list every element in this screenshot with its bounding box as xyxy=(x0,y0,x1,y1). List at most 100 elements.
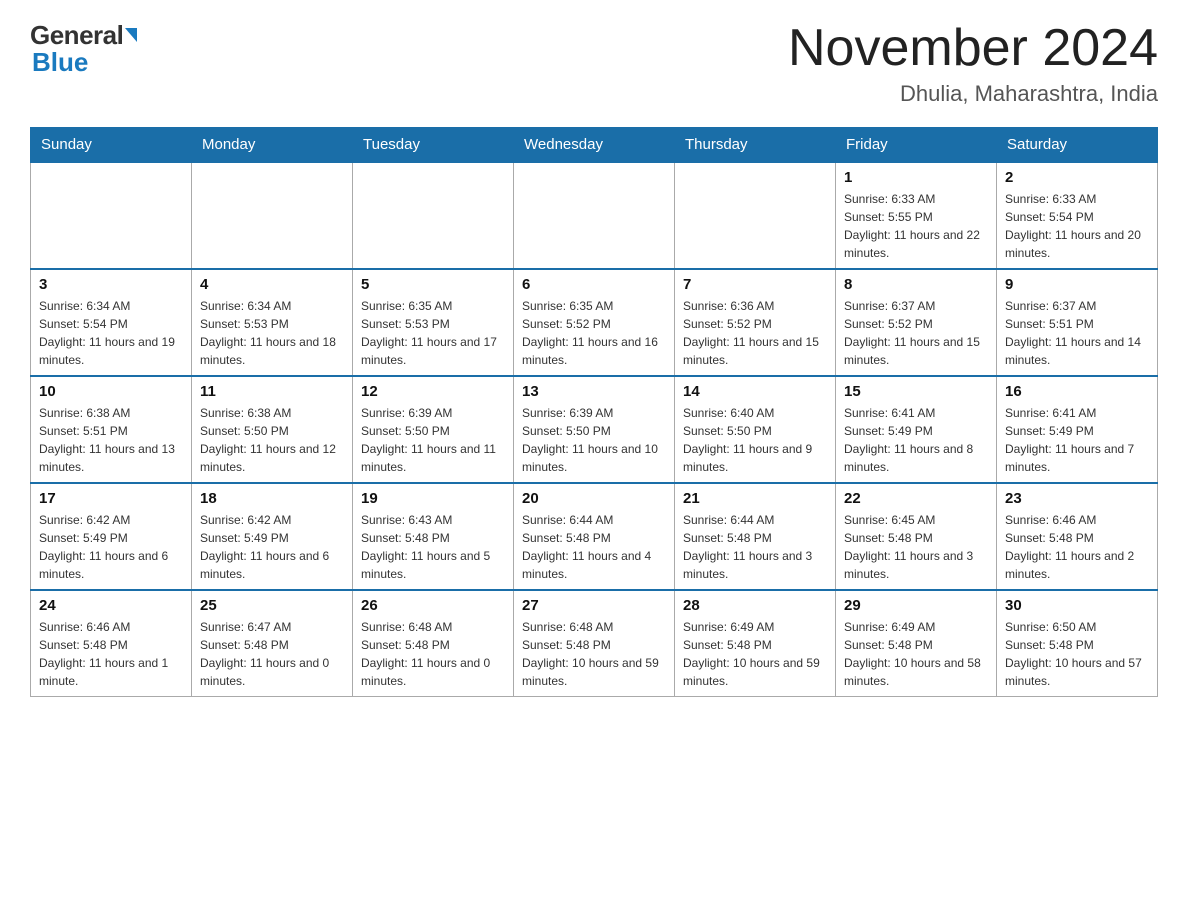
day-number: 3 xyxy=(39,276,183,293)
day-number: 12 xyxy=(361,383,505,400)
day-info: Sunrise: 6:44 AMSunset: 5:48 PMDaylight:… xyxy=(683,511,827,583)
day-number: 23 xyxy=(1005,490,1149,507)
day-info: Sunrise: 6:48 AMSunset: 5:48 PMDaylight:… xyxy=(522,618,666,690)
day-info: Sunrise: 6:41 AMSunset: 5:49 PMDaylight:… xyxy=(844,404,988,476)
week-row-4: 17 Sunrise: 6:42 AMSunset: 5:49 PMDayligh… xyxy=(31,483,1158,590)
calendar-cell: 24Sunrise: 6:46 AMSunset: 5:48 PMDayligh… xyxy=(31,590,192,697)
calendar-cell: 26Sunrise: 6:48 AMSunset: 5:48 PMDayligh… xyxy=(353,590,514,697)
calendar-cell: 20Sunrise: 6:44 AMSunset: 5:48 PMDayligh… xyxy=(514,483,675,590)
calendar-cell xyxy=(31,162,192,269)
calendar-cell: 11 Sunrise: 6:38 AMSunset: 5:50 PMDayligh… xyxy=(192,376,353,483)
day-info: Sunrise: 6:34 AMSunset: 5:54 PMDaylight:… xyxy=(39,297,183,369)
week-row-1: 1 Sunrise: 6:33 AMSunset: 5:55 PMDaylight… xyxy=(31,162,1158,269)
day-info: Sunrise: 6:49 AMSunset: 5:48 PMDaylight:… xyxy=(844,618,988,690)
location-subtitle: Dhulia, Maharashtra, India xyxy=(788,81,1158,107)
calendar-cell: 22 Sunrise: 6:45 AMSunset: 5:48 PMDayligh… xyxy=(836,483,997,590)
calendar-cell: 27Sunrise: 6:48 AMSunset: 5:48 PMDayligh… xyxy=(514,590,675,697)
week-row-2: 3 Sunrise: 6:34 AMSunset: 5:54 PMDaylight… xyxy=(31,269,1158,376)
day-number: 4 xyxy=(200,276,344,293)
calendar-cell: 9 Sunrise: 6:37 AMSunset: 5:51 PMDaylight… xyxy=(997,269,1158,376)
title-block: November 2024 Dhulia, Maharashtra, India xyxy=(788,20,1158,107)
calendar-cell: 8Sunrise: 6:37 AMSunset: 5:52 PMDaylight… xyxy=(836,269,997,376)
calendar-cell xyxy=(353,162,514,269)
day-info: Sunrise: 6:42 AMSunset: 5:49 PMDaylight:… xyxy=(39,511,183,583)
day-number: 17 xyxy=(39,490,183,507)
day-info: Sunrise: 6:48 AMSunset: 5:48 PMDaylight:… xyxy=(361,618,505,690)
day-number: 5 xyxy=(361,276,505,293)
day-info: Sunrise: 6:34 AMSunset: 5:53 PMDaylight:… xyxy=(200,297,344,369)
calendar-cell: 2 Sunrise: 6:33 AMSunset: 5:54 PMDaylight… xyxy=(997,162,1158,269)
calendar-cell: 10 Sunrise: 6:38 AMSunset: 5:51 PMDayligh… xyxy=(31,376,192,483)
calendar-cell: 18Sunrise: 6:42 AMSunset: 5:49 PMDayligh… xyxy=(192,483,353,590)
calendar-cell: 21 Sunrise: 6:44 AMSunset: 5:48 PMDayligh… xyxy=(675,483,836,590)
day-number: 2 xyxy=(1005,169,1149,186)
day-info: Sunrise: 6:38 AMSunset: 5:51 PMDaylight:… xyxy=(39,404,183,476)
day-number: 29 xyxy=(844,597,988,614)
day-info: Sunrise: 6:36 AMSunset: 5:52 PMDaylight:… xyxy=(683,297,827,369)
day-number: 10 xyxy=(39,383,183,400)
day-number: 21 xyxy=(683,490,827,507)
calendar-cell: 30 Sunrise: 6:50 AMSunset: 5:48 PMDayligh… xyxy=(997,590,1158,697)
week-row-5: 24Sunrise: 6:46 AMSunset: 5:48 PMDayligh… xyxy=(31,590,1158,697)
logo-arrow-icon xyxy=(125,28,137,42)
calendar-cell xyxy=(675,162,836,269)
day-number: 13 xyxy=(522,383,666,400)
day-info: Sunrise: 6:46 AMSunset: 5:48 PMDaylight:… xyxy=(1005,511,1149,583)
calendar-cell: 17 Sunrise: 6:42 AMSunset: 5:49 PMDayligh… xyxy=(31,483,192,590)
calendar-table: SundayMondayTuesdayWednesdayThursdayFrid… xyxy=(30,127,1158,697)
day-number: 8 xyxy=(844,276,988,293)
day-info: Sunrise: 6:49 AMSunset: 5:48 PMDaylight:… xyxy=(683,618,827,690)
calendar-cell: 23 Sunrise: 6:46 AMSunset: 5:48 PMDayligh… xyxy=(997,483,1158,590)
day-number: 28 xyxy=(683,597,827,614)
day-number: 6 xyxy=(522,276,666,293)
day-info: Sunrise: 6:45 AMSunset: 5:48 PMDaylight:… xyxy=(844,511,988,583)
day-info: Sunrise: 6:46 AMSunset: 5:48 PMDaylight:… xyxy=(39,618,183,690)
day-info: Sunrise: 6:50 AMSunset: 5:48 PMDaylight:… xyxy=(1005,618,1149,690)
day-info: Sunrise: 6:39 AMSunset: 5:50 PMDaylight:… xyxy=(361,404,505,476)
calendar-cell: 14Sunrise: 6:40 AMSunset: 5:50 PMDayligh… xyxy=(675,376,836,483)
day-info: Sunrise: 6:39 AMSunset: 5:50 PMDaylight:… xyxy=(522,404,666,476)
calendar-cell: 15 Sunrise: 6:41 AMSunset: 5:49 PMDayligh… xyxy=(836,376,997,483)
calendar-cell xyxy=(192,162,353,269)
day-number: 16 xyxy=(1005,383,1149,400)
day-number: 30 xyxy=(1005,597,1149,614)
weekday-header-wednesday: Wednesday xyxy=(514,128,675,163)
day-number: 20 xyxy=(522,490,666,507)
calendar-cell: 25Sunrise: 6:47 AMSunset: 5:48 PMDayligh… xyxy=(192,590,353,697)
weekday-header-saturday: Saturday xyxy=(997,128,1158,163)
day-number: 25 xyxy=(200,597,344,614)
day-info: Sunrise: 6:33 AMSunset: 5:54 PMDaylight:… xyxy=(1005,190,1149,262)
calendar-cell: 29 Sunrise: 6:49 AMSunset: 5:48 PMDayligh… xyxy=(836,590,997,697)
day-number: 11 xyxy=(200,383,344,400)
day-number: 22 xyxy=(844,490,988,507)
day-info: Sunrise: 6:43 AMSunset: 5:48 PMDaylight:… xyxy=(361,511,505,583)
weekday-header-tuesday: Tuesday xyxy=(353,128,514,163)
weekday-header-friday: Friday xyxy=(836,128,997,163)
weekday-header-thursday: Thursday xyxy=(675,128,836,163)
day-info: Sunrise: 6:35 AMSunset: 5:52 PMDaylight:… xyxy=(522,297,666,369)
day-number: 7 xyxy=(683,276,827,293)
calendar-cell: 1 Sunrise: 6:33 AMSunset: 5:55 PMDaylight… xyxy=(836,162,997,269)
weekday-header-row: SundayMondayTuesdayWednesdayThursdayFrid… xyxy=(31,128,1158,163)
calendar-cell: 16Sunrise: 6:41 AMSunset: 5:49 PMDayligh… xyxy=(997,376,1158,483)
calendar-cell xyxy=(514,162,675,269)
week-row-3: 10 Sunrise: 6:38 AMSunset: 5:51 PMDayligh… xyxy=(31,376,1158,483)
logo: General Blue xyxy=(30,20,137,78)
calendar-cell: 3 Sunrise: 6:34 AMSunset: 5:54 PMDaylight… xyxy=(31,269,192,376)
calendar-cell: 6 Sunrise: 6:35 AMSunset: 5:52 PMDaylight… xyxy=(514,269,675,376)
day-number: 15 xyxy=(844,383,988,400)
calendar-cell: 4 Sunrise: 6:34 AMSunset: 5:53 PMDaylight… xyxy=(192,269,353,376)
day-info: Sunrise: 6:35 AMSunset: 5:53 PMDaylight:… xyxy=(361,297,505,369)
day-info: Sunrise: 6:33 AMSunset: 5:55 PMDaylight:… xyxy=(844,190,988,262)
calendar-cell: 19Sunrise: 6:43 AMSunset: 5:48 PMDayligh… xyxy=(353,483,514,590)
weekday-header-monday: Monday xyxy=(192,128,353,163)
month-year-title: November 2024 xyxy=(788,20,1158,77)
logo-blue-text: Blue xyxy=(30,47,88,78)
calendar-cell: 28 Sunrise: 6:49 AMSunset: 5:48 PMDayligh… xyxy=(675,590,836,697)
day-info: Sunrise: 6:38 AMSunset: 5:50 PMDaylight:… xyxy=(200,404,344,476)
day-info: Sunrise: 6:37 AMSunset: 5:51 PMDaylight:… xyxy=(1005,297,1149,369)
calendar-cell: 13 Sunrise: 6:39 AMSunset: 5:50 PMDayligh… xyxy=(514,376,675,483)
day-number: 1 xyxy=(844,169,988,186)
day-number: 9 xyxy=(1005,276,1149,293)
calendar-cell: 12 Sunrise: 6:39 AMSunset: 5:50 PMDayligh… xyxy=(353,376,514,483)
